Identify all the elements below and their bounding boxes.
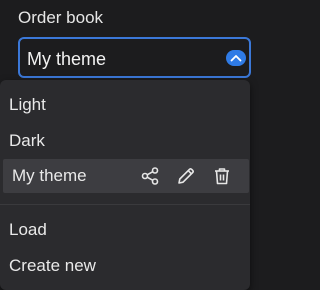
theme-select-value: My theme (27, 49, 107, 69)
theme-dropdown-menu: Light Dark My theme Load Create new (0, 80, 250, 290)
share-icon[interactable] (139, 165, 161, 187)
pencil-icon[interactable] (175, 165, 197, 187)
menu-item-dark[interactable]: Dark (0, 124, 250, 157)
menu-item-light[interactable]: Light (0, 88, 250, 121)
menu-divider (0, 204, 250, 205)
trash-icon[interactable] (211, 165, 233, 187)
order-book-label: Order book (18, 8, 104, 27)
menu-item-label: Light (9, 94, 46, 114)
menu-item-label: Load (9, 219, 47, 239)
chevron-up-icon[interactable] (226, 50, 246, 66)
menu-item-create-new[interactable]: Create new (0, 249, 250, 282)
theme-select[interactable]: My theme (18, 37, 251, 78)
menu-item-label: Create new (9, 255, 96, 275)
menu-item-my-theme[interactable]: My theme (3, 159, 249, 193)
order-book-theme-panel: Order book My theme Light Dark My theme (0, 0, 252, 290)
menu-item-load[interactable]: Load (0, 213, 250, 246)
menu-item-label: My theme (12, 166, 87, 185)
menu-item-label: Dark (9, 130, 45, 150)
item-actions (125, 165, 233, 187)
